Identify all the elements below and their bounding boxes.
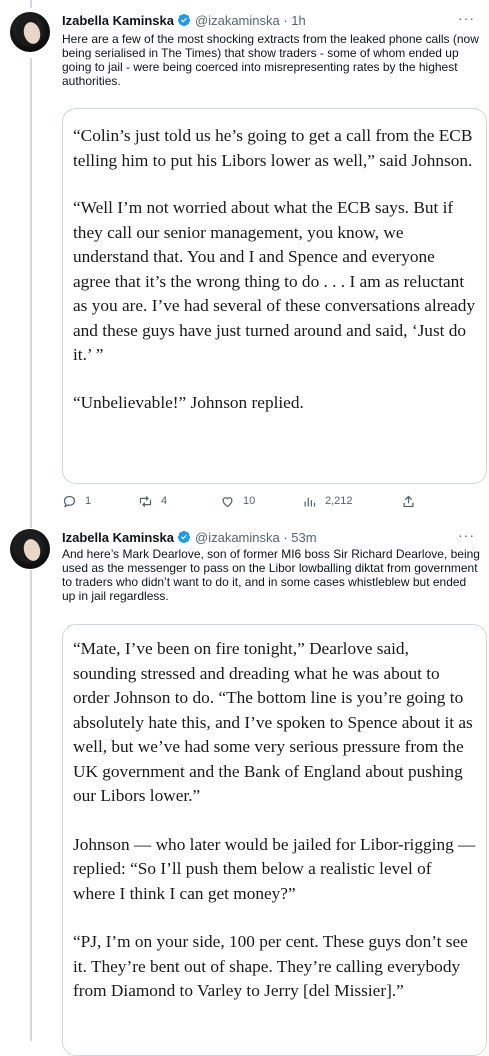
tweet-header: Izabella Kaminska @izakaminska · 53m (62, 528, 317, 546)
tweet[interactable]: Izabella Kaminska @izakaminska · 1h ··· … (0, 0, 489, 520)
author-name[interactable]: Izabella Kaminska (62, 530, 174, 545)
heart-icon (222, 496, 233, 507)
separator-dot: · (279, 529, 292, 545)
verified-badge-icon (177, 13, 191, 27)
author-name[interactable]: Izabella Kaminska (62, 13, 174, 28)
reply-count: 1 (85, 495, 92, 507)
avatar[interactable] (10, 12, 50, 52)
more-icon[interactable]: ··· (458, 527, 475, 543)
quote-card[interactable]: “Colin’s just told us he’s going to get … (62, 108, 487, 484)
avatar[interactable] (10, 529, 50, 569)
quote-paragraph: “Well I’m not worried about what the ECB… (73, 198, 476, 364)
views-button[interactable]: 2,212 (302, 494, 353, 509)
tweet-header: Izabella Kaminska @izakaminska · 1h (62, 11, 306, 29)
quote-card[interactable]: “Mate, I’ve been on fire tonight,” Dearl… (62, 624, 487, 1056)
views-count: 2,212 (325, 495, 353, 507)
quote-paragraph: “Colin’s just told us he’s going to get … (73, 126, 473, 170)
author-handle[interactable]: @izakaminska (195, 530, 280, 545)
quote-paragraph: “Mate, I’ve been on fire tonight,” Dearl… (73, 639, 473, 805)
quote-paragraph: “PJ, I’m on your side, 100 per cent. The… (73, 932, 468, 1000)
retweet-icon (139, 495, 152, 507)
quote-body: “Mate, I’ve been on fire tonight,” Dearl… (63, 625, 486, 1004)
reply-icon (63, 495, 76, 508)
tweet[interactable]: Izabella Kaminska @izakaminska · 53m ···… (0, 520, 489, 1056)
timestamp[interactable]: 1h (291, 13, 305, 28)
quote-body: “Colin’s just told us he’s going to get … (63, 109, 486, 415)
action-bar: 1 4 10 2,212 (62, 491, 482, 511)
separator-dot: · (279, 12, 292, 28)
verified-badge-icon (177, 530, 191, 544)
views-icon (304, 497, 316, 506)
retweet-button[interactable]: 4 (138, 494, 167, 509)
author-handle[interactable]: @izakaminska (195, 13, 280, 28)
tweet-text: Here are a few of the most shocking extr… (62, 32, 479, 88)
more-icon[interactable]: ··· (458, 10, 475, 26)
tweet-text: And here’s Mark Dearlove, son of former … (62, 547, 480, 603)
timestamp[interactable]: 53m (291, 530, 316, 545)
like-button[interactable]: 10 (220, 494, 255, 509)
quote-paragraph: Johnson — who later would be jailed for … (73, 834, 476, 903)
quote-paragraph: “Unbelievable!” Johnson replied. (73, 392, 304, 412)
reply-button[interactable]: 1 (62, 494, 91, 509)
share-button[interactable] (401, 494, 416, 509)
like-count: 10 (243, 495, 256, 507)
share-icon (403, 495, 414, 507)
retweet-count: 4 (161, 495, 168, 507)
